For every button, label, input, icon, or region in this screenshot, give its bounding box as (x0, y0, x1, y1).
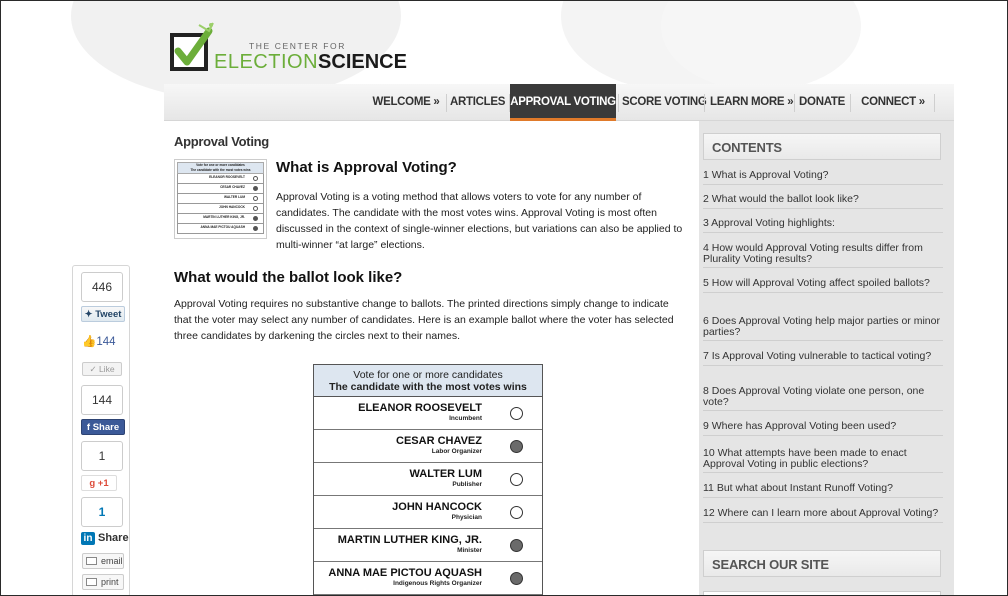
ballot-rule: The candidate with the most votes wins (329, 381, 527, 393)
candidate-name: WALTER LUM (409, 468, 482, 480)
facebook-icon: f (86, 422, 91, 433)
nav-divider (934, 94, 935, 112)
facebook-share-count: 144 (81, 385, 123, 415)
toc-link[interactable]: 7 Is Approval Voting vulnerable to tacti… (703, 351, 943, 366)
print-button[interactable]: print (82, 574, 124, 590)
twitter-bird-icon: ✦ (84, 309, 93, 320)
section-heading: What would the ballot look like? (174, 269, 403, 286)
thumbnail-row: MARTIN LUTHER KING, JR. (177, 214, 264, 224)
google-plus-icon: g (89, 478, 96, 489)
page-frame: THE CENTER FOR ELECTIONSCIENCE WELCOME »… (0, 0, 1008, 596)
thumbnail-row: WALTER LUM (177, 194, 264, 204)
logo-tagline: THE CENTER FOR (249, 41, 347, 51)
ballot-row: ELEANOR ROOSEVELT Incumbent (314, 397, 542, 430)
main-nav: WELCOME » ARTICLES APPROVAL VOTING SCORE… (164, 84, 954, 121)
nav-divider (850, 94, 851, 112)
linkedin-share-button[interactable]: in Share (81, 532, 129, 545)
ballot-circle-empty (510, 407, 523, 420)
candidate-role: Minister (457, 547, 482, 554)
toc-link[interactable]: 5 How will Approval Voting affect spoile… (703, 278, 943, 293)
nav-divider (446, 94, 447, 112)
ballot-header: Vote for one or more candidates The cand… (314, 365, 542, 397)
nav-approval-voting[interactable]: APPROVAL VOTING (510, 84, 616, 121)
nav-connect[interactable]: CONNECT » (856, 84, 930, 121)
ballot-circle-filled (510, 440, 523, 453)
share-widget: 446 ✦ Tweet 👍144 ✓ Like 144 f Share 1 g … (72, 265, 130, 595)
ballot-box-check-icon (170, 22, 214, 71)
search-input[interactable] (703, 591, 941, 595)
nav-welcome[interactable]: WELCOME » (372, 84, 440, 121)
tweet-count: 446 (81, 272, 123, 302)
ballot-circle-empty (510, 506, 523, 519)
site-logo[interactable]: THE CENTER FOR ELECTIONSCIENCE (169, 21, 407, 77)
candidate-name: MARTIN LUTHER KING, JR. (337, 534, 482, 546)
toc-link[interactable]: 6 Does Approval Voting help major partie… (703, 316, 943, 341)
breadcrumb: Approval Voting (174, 134, 269, 149)
candidate-role: Publisher (452, 481, 482, 488)
toc-link[interactable]: 2 What would the ballot look like? (703, 194, 943, 209)
email-button[interactable]: email (82, 553, 124, 569)
candidate-role: Incumbent (449, 415, 482, 422)
like-button[interactable]: ✓ Like (82, 362, 122, 376)
nav-divider (794, 94, 795, 112)
contents-heading: CONTENTS (703, 133, 941, 160)
ballot-instruction: Vote for one or more candidates (353, 369, 503, 381)
toc-link[interactable]: 1 What is Approval Voting? (703, 170, 943, 185)
toc-link[interactable]: 9 Where has Approval Voting been used? (703, 421, 943, 436)
ballot-circle-empty (510, 473, 523, 486)
ballot-row: ANNA MAE PICTOU AQUASH Indigenous Rights… (314, 562, 542, 595)
nav-divider (704, 94, 705, 112)
tweet-button[interactable]: ✦ Tweet (81, 306, 125, 322)
candidate-role: Labor Organizer (431, 448, 482, 455)
toc-link[interactable]: 10 What attempts have been made to enact… (703, 448, 943, 473)
nav-articles[interactable]: ARTICLES (450, 84, 505, 121)
search-heading: SEARCH OUR SITE (703, 550, 941, 577)
gplus-button[interactable]: g +1 (81, 475, 117, 491)
candidate-name: ANNA MAE PICTOU AQUASH (328, 567, 482, 579)
thumbnail-row: ANNA MAE PICTOU AQUASH (177, 224, 264, 234)
sidebar: CONTENTS 1 What is Approval Voting? 2 Wh… (699, 121, 954, 595)
nav-donate[interactable]: DONATE (798, 84, 846, 121)
candidate-name: CESAR CHAVEZ (396, 435, 482, 447)
ballot-row: WALTER LUM Publisher (314, 463, 542, 496)
main-content: Approval Voting Vote for one or more can… (174, 121, 689, 595)
like-count: 👍144 (82, 336, 116, 348)
linkedin-icon: in (81, 532, 95, 545)
example-ballot: Vote for one or more candidates The cand… (313, 364, 543, 595)
nav-divider (618, 94, 619, 112)
linkedin-count: 1 (81, 497, 123, 527)
thumbs-up-icon: 👍 (82, 336, 97, 348)
toc-link[interactable]: 3 Approval Voting highlights: (703, 218, 943, 233)
ballot-row: JOHN HANCOCK Physician (314, 496, 542, 529)
ballot-circle-filled (510, 539, 523, 552)
candidate-role: Physician (451, 514, 482, 521)
logo-wordmark: ELECTIONSCIENCE (214, 51, 407, 73)
toc-link[interactable]: 4 How would Approval Voting results diff… (703, 243, 943, 268)
facebook-share-button[interactable]: f Share (81, 419, 125, 435)
gplus-count: 1 (81, 441, 123, 471)
nav-learn-more[interactable]: LEARN MORE » (710, 84, 794, 121)
thumbnail-row: ELEANOR ROOSEVELT (177, 174, 264, 184)
ballot-thumbnail[interactable]: Vote for one or more candidates The candi… (174, 159, 267, 239)
ballot-circle-filled (510, 572, 523, 585)
ballot-row: CESAR CHAVEZ Labor Organizer (314, 430, 542, 463)
printer-icon (86, 578, 97, 586)
candidate-name: ELEANOR ROOSEVELT (358, 402, 482, 414)
thumbnail-header: Vote for one or more candidates The candi… (177, 162, 264, 174)
toc-link[interactable]: 11 But what about Instant Runoff Voting? (703, 483, 943, 498)
envelope-icon (86, 557, 97, 565)
section-paragraph: Approval Voting requires no substantive … (174, 298, 674, 342)
ballot-row: MARTIN LUTHER KING, JR. Minister (314, 529, 542, 562)
toc-link[interactable]: 12 Where can I learn more about Approval… (703, 508, 943, 523)
nav-score-voting[interactable]: SCORE VOTING (622, 84, 707, 121)
thumbnail-row: CESAR CHAVEZ (177, 184, 264, 194)
thumbnail-row: JOHN HANCOCK (177, 204, 264, 214)
section-paragraph: Approval Voting is a voting method that … (276, 191, 683, 251)
toc-link[interactable]: 8 Does Approval Voting violate one perso… (703, 386, 943, 411)
section-heading: What is Approval Voting? (276, 159, 457, 176)
candidate-role: Indigenous Rights Organizer (393, 580, 482, 587)
check-icon: ✓ (89, 364, 97, 374)
candidate-name: JOHN HANCOCK (392, 501, 482, 513)
